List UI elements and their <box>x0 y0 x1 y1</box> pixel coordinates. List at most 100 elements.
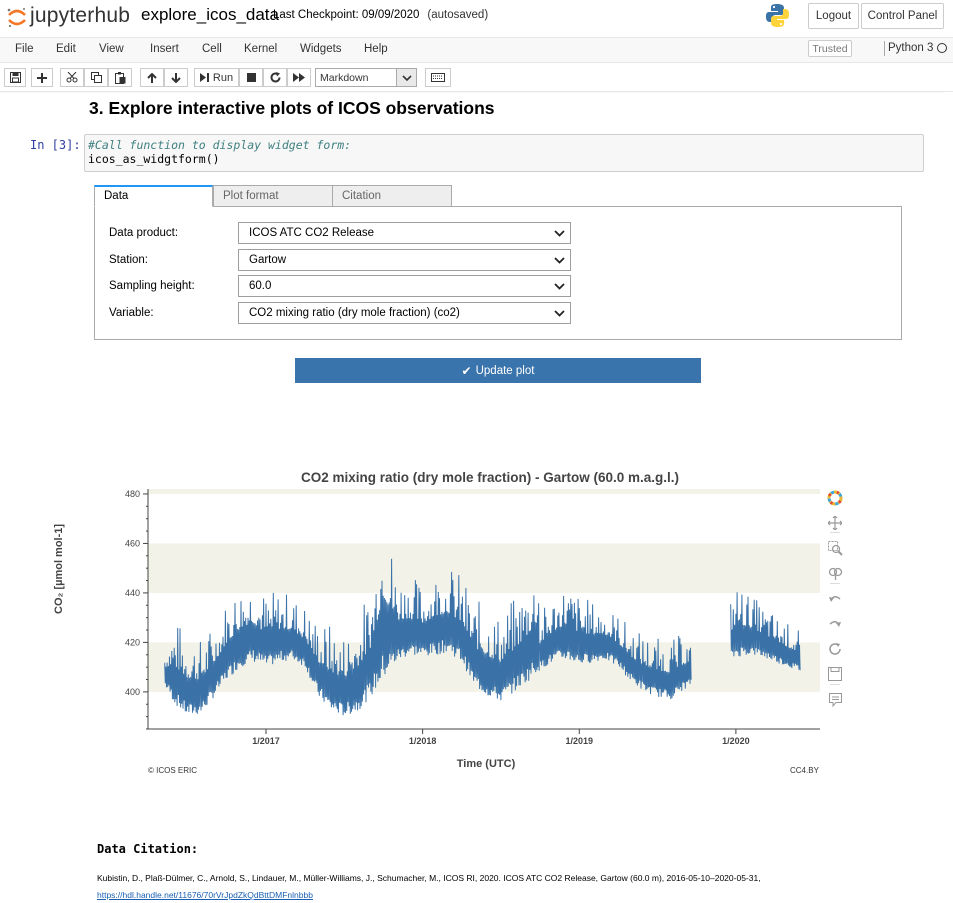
arrow-down-icon <box>171 72 181 83</box>
autosave-status: (autosaved) <box>427 9 489 21</box>
section-title: 3. Explore interactive plots of ICOS obs… <box>89 98 495 118</box>
stop-icon <box>246 73 256 82</box>
header: jupyterhub explore_icos_data Last Checkp… <box>0 0 953 34</box>
credit-license: CC4.BY <box>790 766 819 775</box>
sampling-height-select[interactable]: 60.0 <box>238 275 571 297</box>
cut-icon <box>66 72 78 83</box>
toolbar-shadow <box>0 91 953 93</box>
y-tick-label: 480 <box>125 489 140 499</box>
insert-cell-button[interactable] <box>31 68 53 87</box>
station-value: Gartow <box>249 254 287 266</box>
menu-widgets[interactable]: Widgets <box>300 43 342 55</box>
tab-citation[interactable]: Citation <box>332 185 452 207</box>
interrupt-button[interactable] <box>239 68 263 87</box>
chart-title: CO2 mixing ratio (dry mole fraction) - G… <box>300 470 680 485</box>
paste-icon <box>114 71 125 84</box>
app-logo-text[interactable]: jupyterhub <box>30 4 130 28</box>
redo-tool-icon[interactable] <box>826 615 844 633</box>
kernel-separator <box>884 41 885 56</box>
restart-icon <box>270 72 280 83</box>
citation-link[interactable]: https://hdl.handle.net/11676/70rVrJpdZkQ… <box>97 890 313 900</box>
plus-icon <box>37 72 47 83</box>
data-product-select[interactable]: ICOS ATC CO2 Release <box>238 222 571 244</box>
pan-tool-icon[interactable] <box>826 514 844 532</box>
cell-type-select[interactable]: Markdown <box>315 68 417 87</box>
menu-view[interactable]: View <box>99 43 124 55</box>
tab-data[interactable]: Data <box>94 185 213 207</box>
save-icon <box>9 72 21 83</box>
run-button[interactable]: Run <box>194 68 239 87</box>
checkpoint-text: Last Checkpoint: 09/09/2020 <box>273 9 420 21</box>
grid-band <box>148 543 820 593</box>
kernel-idle-icon <box>937 43 947 53</box>
y-axis-label: CO₂ [µmol mol-1] <box>53 523 65 614</box>
reset-tool-icon[interactable] <box>826 640 844 658</box>
x-tick-label: 1/2017 <box>252 736 280 746</box>
menu-edit[interactable]: Edit <box>56 43 76 55</box>
data-product-value: ICOS ATC CO2 Release <box>249 227 375 239</box>
chevron-down-icon <box>554 257 565 264</box>
move-up-button[interactable] <box>140 68 164 87</box>
copy-button[interactable] <box>84 68 108 87</box>
command-palette-button[interactable] <box>425 68 451 87</box>
menu-cell[interactable]: Cell <box>202 43 222 55</box>
save-tool-icon[interactable] <box>826 665 844 683</box>
control-panel-button[interactable]: Control Panel <box>861 3 944 29</box>
x-tick-label: 1/2019 <box>565 736 593 746</box>
restart-run-all-button[interactable] <box>287 68 311 87</box>
keyboard-icon <box>431 73 445 82</box>
hover-tool-icon[interactable] <box>826 691 844 709</box>
station-label: Station: <box>109 254 148 266</box>
fast-forward-icon <box>293 73 305 82</box>
scrollbar[interactable] <box>943 92 953 903</box>
co2-line-chart[interactable]: 400 420 440 460 480 1/2017 1/2018 1/2019 1/2020 <box>95 486 825 746</box>
toolbar-separator <box>830 583 840 584</box>
toolbar-separator <box>830 532 840 533</box>
x-tick-label: 1/2018 <box>409 736 437 746</box>
jupyter-logo-icon <box>7 8 26 28</box>
notebook-name[interactable]: explore_icos_data <box>141 5 279 25</box>
undo-tool-icon[interactable] <box>826 590 844 608</box>
checkpoint-status: Last Checkpoint: 09/09/2020 (autosaved) <box>273 9 488 21</box>
menu-kernel[interactable]: Kernel <box>244 43 277 55</box>
y-tick-label: 440 <box>125 588 140 598</box>
data-product-label: Data product: <box>109 227 179 239</box>
cut-button[interactable] <box>60 68 84 87</box>
toolbar-separator <box>830 684 840 685</box>
y-tick-label: 460 <box>125 538 140 548</box>
citation-text: Kubistin, D., Plaß-Dülmer, C., Arnold, S… <box>97 873 761 883</box>
menu-file[interactable]: File <box>15 43 34 55</box>
paste-button[interactable] <box>108 68 132 87</box>
variable-select[interactable]: CO2 mixing ratio (dry mole fraction) (co… <box>238 302 571 324</box>
trusted-badge[interactable]: Trusted <box>808 40 852 57</box>
grid-band <box>148 489 820 494</box>
wheel-zoom-tool-icon[interactable] <box>826 564 844 582</box>
box-zoom-tool-icon[interactable] <box>826 539 844 557</box>
logout-button[interactable]: Logout <box>808 3 859 29</box>
copy-icon <box>90 72 102 83</box>
chevron-down-icon <box>554 230 565 237</box>
station-select[interactable]: Gartow <box>238 249 571 271</box>
arrow-up-icon <box>147 72 157 83</box>
menu-help[interactable]: Help <box>364 43 388 55</box>
kernel-name[interactable]: Python 3 <box>888 42 933 54</box>
code-comment[interactable]: #Call function to display widget form: <box>88 138 351 152</box>
sampling-height-value: 60.0 <box>249 280 272 292</box>
update-plot-label: Update plot <box>475 364 535 377</box>
restart-button[interactable] <box>263 68 287 87</box>
update-plot-button[interactable]: ✔ Update plot <box>295 358 701 383</box>
save-button[interactable] <box>4 68 26 87</box>
x-tick-label: 1/2020 <box>722 736 750 746</box>
variable-label: Variable: <box>109 307 154 319</box>
menu-insert[interactable]: Insert <box>150 43 179 55</box>
check-icon: ✔ <box>461 363 472 378</box>
input-prompt: In [3]: <box>30 138 81 152</box>
y-tick-label: 400 <box>125 687 140 697</box>
step-forward-icon <box>199 73 209 82</box>
move-down-button[interactable] <box>164 68 188 87</box>
tab-plot-format[interactable]: Plot format <box>213 185 333 207</box>
code-call[interactable]: icos_as_widgtform() <box>88 152 220 166</box>
citation-heading: Data Citation: <box>97 842 199 856</box>
bokeh-logo-icon[interactable] <box>826 489 844 507</box>
y-tick-label: 420 <box>125 637 140 647</box>
